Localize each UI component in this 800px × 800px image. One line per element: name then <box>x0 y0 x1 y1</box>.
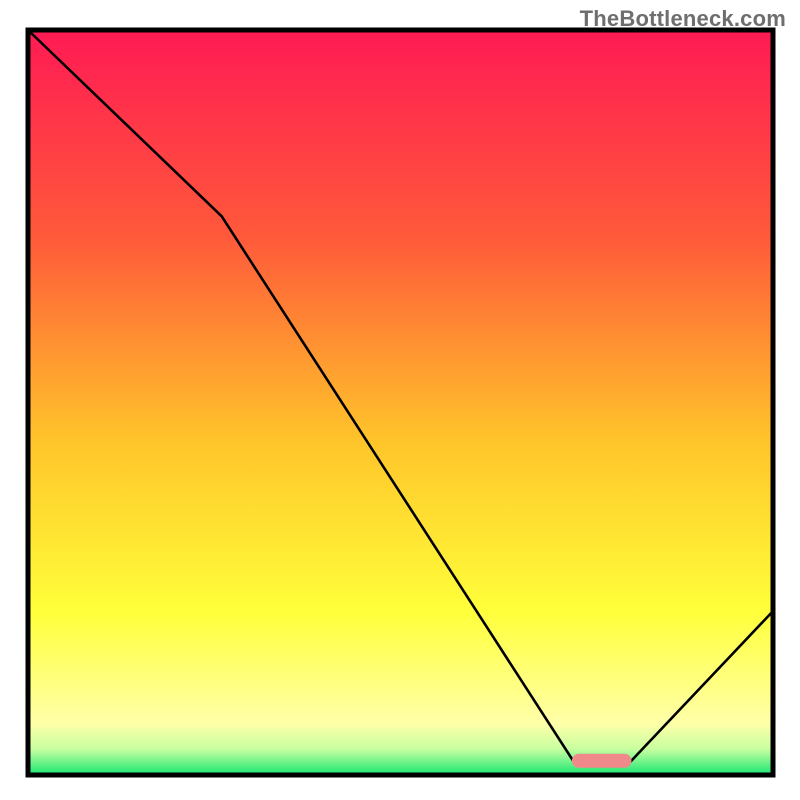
chart-plot-area <box>28 30 773 775</box>
optimal-range-marker <box>572 754 632 768</box>
bottleneck-chart <box>0 0 800 800</box>
